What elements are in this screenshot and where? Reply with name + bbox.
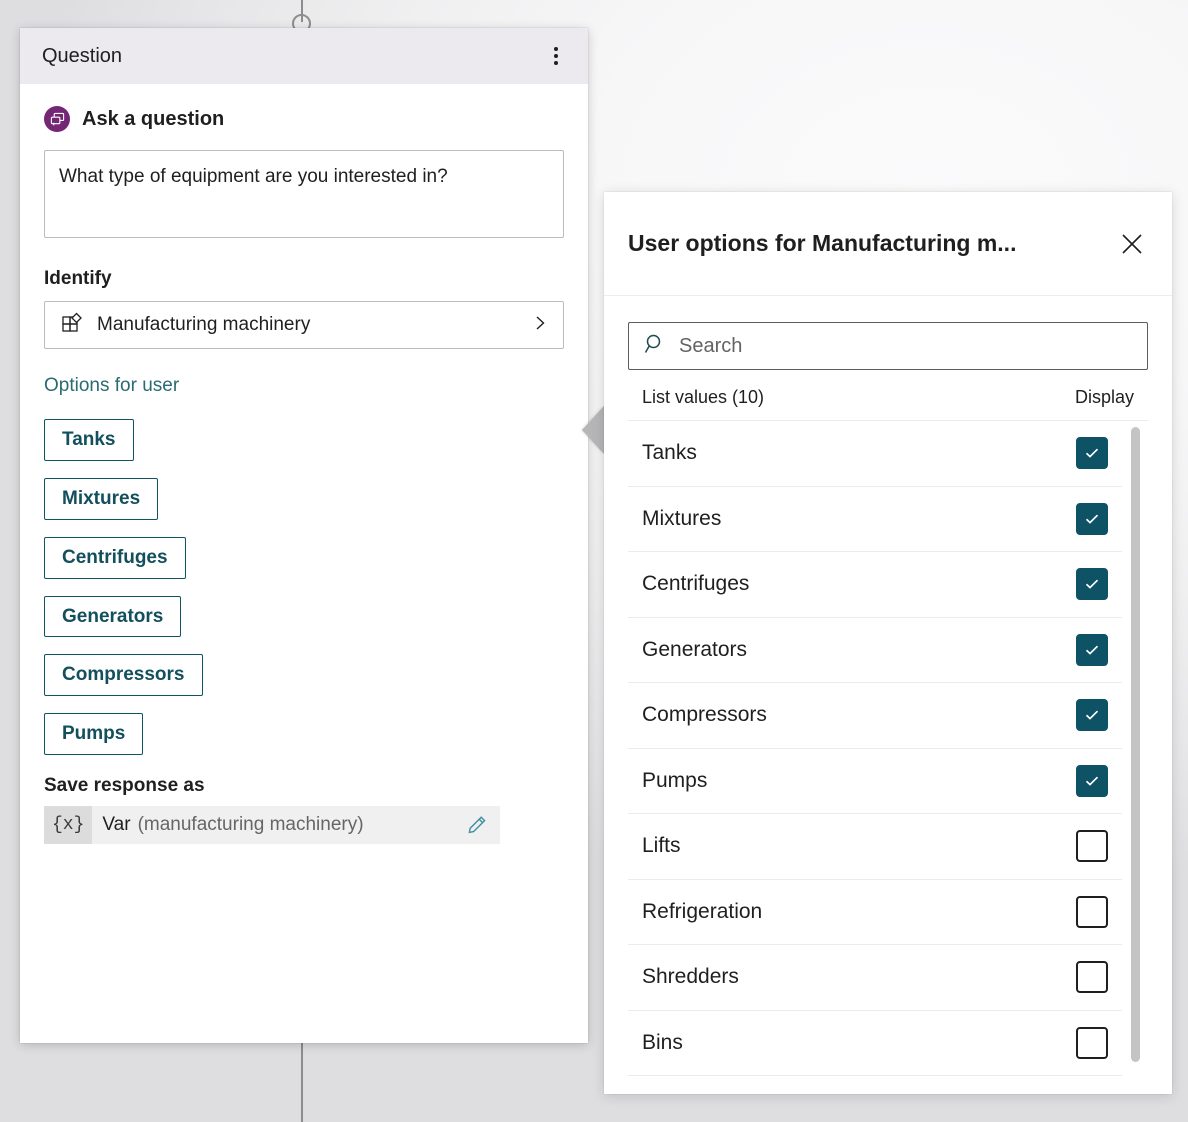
- flow-connector-bottom: [301, 1042, 303, 1122]
- list-column-headers: List values (10) Display: [628, 379, 1148, 420]
- panel-title: User options for Manufacturing m...: [628, 230, 1017, 256]
- panel-pointer-caret: [582, 406, 604, 454]
- list-item[interactable]: Lifts: [628, 814, 1122, 880]
- identify-entity-selector[interactable]: Manufacturing machinery: [44, 301, 564, 349]
- ask-a-question-label: Ask a question: [82, 107, 225, 130]
- search-icon: [643, 332, 667, 361]
- display-checkbox[interactable]: [1076, 830, 1108, 863]
- list-item[interactable]: Pumps: [628, 749, 1122, 814]
- page-title: Question: [42, 44, 123, 67]
- option-chip[interactable]: Centrifuges: [44, 536, 186, 579]
- list-item-label: Compressors: [642, 703, 767, 727]
- display-checkbox[interactable]: [1076, 437, 1108, 470]
- question-node-card: Question Ask a question What type of equ…: [20, 28, 588, 1043]
- panel-body: List values (10) Display Tanks Mixtures: [604, 296, 1172, 1094]
- kebab-menu-icon[interactable]: [540, 40, 572, 72]
- option-chip[interactable]: Generators: [44, 595, 182, 638]
- list-item[interactable]: Generators: [628, 618, 1122, 683]
- display-checkbox[interactable]: [1076, 699, 1108, 732]
- list-item-label: Shredders: [642, 965, 739, 989]
- option-chip[interactable]: Tanks: [44, 419, 134, 461]
- user-options-panel: User options for Manufacturing m... List…: [604, 192, 1172, 1094]
- options-list: Tanks Mixtures Centrifuges Generators Co…: [628, 421, 1148, 1094]
- display-checkbox[interactable]: [1076, 568, 1108, 601]
- list-item[interactable]: Shredders: [628, 945, 1122, 1011]
- display-checkbox[interactable]: [1076, 502, 1108, 535]
- identify-entity-value: Manufacturing machinery: [97, 314, 311, 335]
- list-item[interactable]: Mixtures: [628, 487, 1122, 552]
- list-item[interactable]: Tanks: [628, 421, 1122, 487]
- options-for-user-link[interactable]: Options for user: [44, 375, 179, 397]
- display-checkbox[interactable]: [1076, 895, 1108, 928]
- save-response-label: Save response as: [44, 775, 205, 797]
- display-checkbox[interactable]: [1076, 633, 1108, 666]
- card-header: Question: [20, 28, 588, 84]
- list-item[interactable]: Compressors: [628, 683, 1122, 749]
- pencil-icon[interactable]: [466, 814, 488, 836]
- list-scrollbar-thumb[interactable]: [1131, 427, 1140, 1062]
- display-header: Display: [1074, 387, 1134, 407]
- option-chip[interactable]: Mixtures: [44, 477, 159, 520]
- chevron-right-icon: [531, 314, 549, 337]
- variable-braces-icon: {x}: [44, 806, 93, 845]
- list-item-label: Mixtures: [642, 506, 722, 530]
- question-text-input[interactable]: What type of equipment are you intereste…: [44, 150, 564, 238]
- variable-name: Var: [102, 814, 131, 836]
- card-body: Ask a question What type of equipment ar…: [20, 84, 588, 845]
- display-checkbox[interactable]: [1076, 764, 1108, 797]
- display-checkbox[interactable]: [1076, 1026, 1108, 1059]
- option-chip[interactable]: Pumps: [44, 713, 144, 756]
- search-box[interactable]: [628, 322, 1148, 370]
- options-list-container: Tanks Mixtures Centrifuges Generators Co…: [628, 420, 1148, 1094]
- display-checkbox[interactable]: [1076, 961, 1108, 994]
- list-item-label: Generators: [642, 637, 748, 661]
- panel-header: User options for Manufacturing m...: [604, 192, 1172, 296]
- list-values-header: List values (10): [642, 387, 765, 407]
- search-input[interactable]: [679, 334, 1133, 358]
- list-item-label: Centrifuges: [642, 572, 750, 596]
- save-response-variable[interactable]: {x} Var (manufacturing machinery): [44, 806, 500, 845]
- identify-label: Identify: [44, 268, 112, 289]
- question-bubble-icon: [44, 106, 70, 132]
- list-item-label: Bins: [642, 1030, 683, 1054]
- list-item-label: Pumps: [642, 768, 708, 792]
- list-item-label: Tanks: [642, 441, 697, 465]
- list-item-label: Refrigeration: [642, 899, 763, 923]
- option-chip-list: Tanks Mixtures Centrifuges Generators Co…: [44, 419, 564, 756]
- list-item[interactable]: Bins: [628, 1011, 1122, 1076]
- close-icon[interactable]: [1112, 224, 1152, 264]
- ask-a-question-row: Ask a question: [44, 106, 564, 132]
- list-item[interactable]: Centrifuges: [628, 552, 1122, 618]
- variable-scope: (manufacturing machinery): [137, 814, 364, 836]
- list-item-label: Lifts: [642, 834, 681, 858]
- entity-grid-icon: [61, 312, 83, 339]
- option-chip[interactable]: Compressors: [44, 654, 203, 697]
- list-scrollbar[interactable]: [1131, 427, 1140, 1088]
- list-item[interactable]: Refrigeration: [628, 880, 1122, 945]
